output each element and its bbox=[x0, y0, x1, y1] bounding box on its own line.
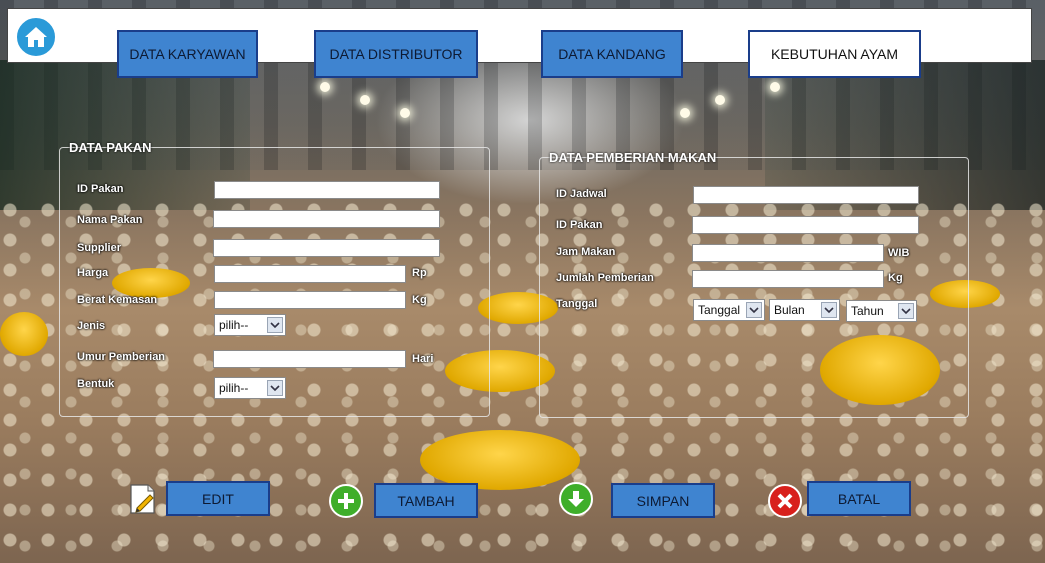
home-button[interactable] bbox=[15, 16, 57, 58]
chevron-down-icon bbox=[898, 303, 914, 319]
umur-pemberian-label: Umur Pemberian bbox=[77, 351, 166, 363]
umur-pemberian-input[interactable] bbox=[213, 350, 406, 368]
ceiling-lamp bbox=[320, 82, 330, 92]
arrow-down-icon bbox=[568, 491, 584, 507]
bulan-select[interactable]: Bulan bbox=[769, 299, 840, 321]
tanggal-select[interactable]: Tanggal bbox=[693, 299, 765, 321]
nama-pakan-label: Nama Pakan bbox=[77, 214, 143, 226]
bentuk-select-value: pilih-- bbox=[219, 381, 249, 395]
berat-kemasan-unit: Kg bbox=[412, 294, 427, 306]
chevron-down-icon bbox=[267, 380, 283, 396]
ceiling-lamp bbox=[715, 95, 725, 105]
tambah-icon-button[interactable] bbox=[329, 484, 363, 518]
harga-label: Harga bbox=[77, 267, 109, 279]
nav-data-karyawan-button[interactable]: DATA KARYAWAN bbox=[117, 30, 258, 78]
data-pemberian-makan-title: DATA PEMBERIAN MAKAN bbox=[549, 150, 717, 165]
tahun-select-value: Tahun bbox=[851, 304, 884, 318]
jenis-select[interactable]: pilih-- bbox=[214, 314, 286, 336]
jam-makan-unit: WIB bbox=[888, 247, 910, 259]
chevron-down-icon bbox=[267, 317, 283, 333]
nama-pakan-input[interactable] bbox=[213, 210, 440, 228]
data-pakan-title: DATA PAKAN bbox=[69, 140, 152, 155]
tahun-select[interactable]: Tahun bbox=[846, 300, 917, 322]
tambah-button[interactable]: TAMBAH bbox=[374, 483, 478, 518]
id-jadwal-input[interactable] bbox=[693, 186, 919, 204]
berat-kemasan-input[interactable] bbox=[214, 291, 406, 309]
close-icon bbox=[777, 493, 793, 509]
jam-makan-label: Jam Makan bbox=[556, 246, 616, 258]
chevron-down-icon bbox=[746, 302, 762, 318]
umur-pemberian-unit: Hari bbox=[412, 353, 434, 365]
id-pakan-jadwal-label: ID Pakan bbox=[556, 219, 603, 231]
batal-icon-button[interactable] bbox=[768, 484, 802, 518]
tanggal-select-value: Tanggal bbox=[698, 303, 741, 317]
ceiling-lamp bbox=[770, 82, 780, 92]
bentuk-select[interactable]: pilih-- bbox=[214, 377, 286, 399]
id-pakan-label: ID Pakan bbox=[77, 183, 124, 195]
supplier-label: Supplier bbox=[77, 242, 122, 254]
edit-icon-button[interactable] bbox=[128, 483, 158, 515]
harga-unit: Rp bbox=[412, 267, 427, 279]
simpan-button[interactable]: SIMPAN bbox=[611, 483, 715, 518]
jenis-select-value: pilih-- bbox=[219, 318, 249, 332]
ceiling-lamp bbox=[400, 108, 410, 118]
edit-button[interactable]: EDIT bbox=[166, 481, 270, 516]
id-jadwal-label: ID Jadwal bbox=[556, 188, 607, 200]
batal-button[interactable]: BATAL bbox=[807, 481, 911, 516]
ceiling-lamp bbox=[680, 108, 690, 118]
jumlah-pemberian-input[interactable] bbox=[692, 270, 884, 288]
jenis-label: Jenis bbox=[77, 320, 106, 332]
feeder-tray bbox=[420, 430, 580, 490]
supplier-input[interactable] bbox=[213, 239, 440, 257]
nav-kebutuhan-ayam-button[interactable]: KEBUTUHAN AYAM bbox=[748, 30, 921, 78]
jumlah-pemberian-unit: Kg bbox=[888, 272, 903, 284]
ceiling-lamp bbox=[360, 95, 370, 105]
plus-icon bbox=[338, 493, 354, 509]
bulan-select-value: Bulan bbox=[774, 303, 805, 317]
home-icon bbox=[25, 27, 47, 47]
nav-data-distributor-button[interactable]: DATA DISTRIBUTOR bbox=[314, 30, 478, 78]
berat-kemasan-label: Berat Kemasan bbox=[77, 294, 158, 306]
id-pakan-jadwal-input[interactable] bbox=[692, 216, 919, 234]
jam-makan-input[interactable] bbox=[692, 244, 884, 262]
simpan-icon-button[interactable] bbox=[559, 482, 593, 516]
id-pakan-input[interactable] bbox=[214, 181, 440, 199]
jumlah-pemberian-label: Jumlah Pemberian bbox=[556, 272, 654, 284]
tanggal-label: Tanggal bbox=[556, 298, 598, 310]
harga-input[interactable] bbox=[214, 265, 406, 283]
pencil-icon bbox=[130, 484, 155, 514]
nav-data-kandang-button[interactable]: DATA KANDANG bbox=[541, 30, 683, 78]
bentuk-label: Bentuk bbox=[77, 378, 115, 390]
feeder-tray bbox=[0, 312, 48, 356]
chevron-down-icon bbox=[821, 302, 837, 318]
